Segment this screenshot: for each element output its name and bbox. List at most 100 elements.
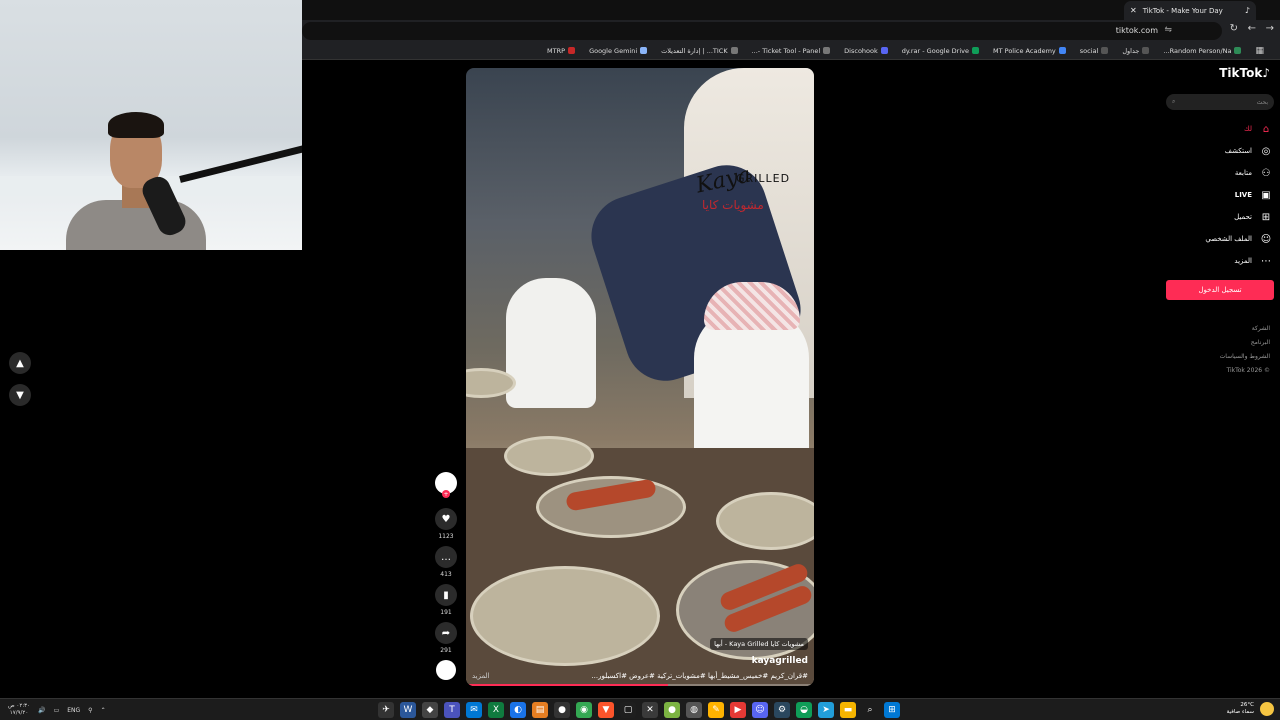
hashtags-row: #قران_كريم #خميس_مشيط_أبها #مشويات_تركية… xyxy=(472,672,808,680)
app-terminal-icon[interactable]: ▢ xyxy=(620,702,636,718)
footer-link[interactable]: الشروط والسياسات xyxy=(1166,350,1270,364)
app-word-icon[interactable]: W xyxy=(400,702,416,718)
bookmark-item[interactable]: social xyxy=(1080,47,1109,55)
app-explorer-icon[interactable]: ▬ xyxy=(840,702,856,718)
hashtags[interactable]: #قران_كريم #خميس_مشيط_أبها #مشويات_تركية… xyxy=(591,672,808,680)
chevron-up-icon: ▲ xyxy=(16,357,24,369)
heart-icon: ♥ xyxy=(441,513,451,525)
creator-avatar[interactable]: + xyxy=(435,472,457,498)
login-button[interactable]: تسجيل الدخول xyxy=(1166,280,1274,300)
nav-for-you[interactable]: ⌂ لك xyxy=(1166,118,1274,140)
video-diner-left xyxy=(506,278,596,408)
mic-icon[interactable]: ⚲ xyxy=(88,707,92,714)
close-tab-icon[interactable]: ✕ xyxy=(1130,6,1137,15)
compass-icon: ◎ xyxy=(1261,145,1271,157)
app-search-icon[interactable]: ⌕ xyxy=(862,702,878,718)
bookmark-item[interactable]: TICK... | إدارة التعديلات xyxy=(661,47,738,55)
follow-plus-icon[interactable]: + xyxy=(442,490,450,498)
comment-count: 413 xyxy=(440,571,452,578)
app-telegram-icon[interactable]: ➤ xyxy=(818,702,834,718)
like-button[interactable]: ♥ xyxy=(435,508,457,530)
app-brave-icon[interactable]: ▼ xyxy=(598,702,614,718)
search-icon[interactable]: ⌕ xyxy=(1172,98,1175,106)
bookmarks-bar: ▦ Random Person/Na... جداول social MT Po… xyxy=(302,42,1280,60)
taskbar-apps: ✈ W ◆ T ✉ X ◐ ▤ ● ◉ ▼ ▢ ✕ ● ◍ ✎ ▶ ☺ ⚙ ◒ … xyxy=(378,702,900,718)
network-icon[interactable]: ▭ xyxy=(54,707,60,714)
back-icon[interactable]: ← xyxy=(1248,23,1256,34)
bookmark-icon: ▮ xyxy=(443,589,449,601)
app-folder-icon[interactable]: ▤ xyxy=(532,702,548,718)
url-text: tiktok.com xyxy=(1115,26,1158,35)
video-progress[interactable] xyxy=(466,684,814,686)
site-settings-icon[interactable]: ⇋ xyxy=(1164,25,1172,35)
address-bar[interactable]: tiktok.com ⇋ xyxy=(302,22,1222,40)
bookmark-item[interactable]: MT Police Academy xyxy=(993,47,1066,55)
bookmark-item[interactable]: Discohook xyxy=(844,47,888,55)
next-video-button[interactable]: ▼ xyxy=(9,384,31,406)
footer-link[interactable]: الشركة xyxy=(1166,322,1270,336)
app-pen-icon[interactable]: ✎ xyxy=(708,702,724,718)
app-chrome-icon[interactable]: ◉ xyxy=(576,702,592,718)
app-globe-icon[interactable]: ◐ xyxy=(510,702,526,718)
video-player[interactable]: Kaya GRILLED مشويات كايا مشويات كايا Kay… xyxy=(466,68,814,686)
live-icon: ▣ xyxy=(1261,189,1271,201)
app-x-icon[interactable]: ✕ xyxy=(642,702,658,718)
footer-link[interactable]: البرنامج xyxy=(1166,336,1270,350)
comment-button[interactable]: … xyxy=(435,546,457,568)
bookmark-item[interactable]: Random Person/Na... xyxy=(1163,47,1242,55)
nav-upload[interactable]: ⊞ تحميل xyxy=(1166,206,1274,228)
more-link[interactable]: المزيد xyxy=(472,672,490,680)
screen: + ✕ TikTok - Make Your Day ♪ tiktok.com … xyxy=(0,0,1280,720)
weather-widget[interactable]: 26°C سماء صافية xyxy=(1227,702,1274,716)
app-discord-icon[interactable]: ☺ xyxy=(752,702,768,718)
app-steam2-icon[interactable]: ⚙ xyxy=(774,702,790,718)
restaurant-logo-arabic: مشويات كايا xyxy=(702,198,764,212)
search-placeholder: بحث xyxy=(1256,98,1268,106)
following-icon: ⚇ xyxy=(1261,167,1271,179)
app-github-icon[interactable]: ● xyxy=(554,702,570,718)
nav-more[interactable]: ⋯ المزيد xyxy=(1166,250,1274,272)
location-tag[interactable]: مشويات كايا Kaya Grilled - أبها xyxy=(710,638,808,650)
author-name[interactable]: kayagrilled xyxy=(472,656,808,666)
apps-grid-icon[interactable]: ▦ xyxy=(1255,46,1264,56)
app-teams-icon[interactable]: T xyxy=(444,702,460,718)
browser-toolbar: tiktok.com ⇋ ↻ ← → xyxy=(302,20,1280,42)
app-android-icon[interactable]: ● xyxy=(664,702,680,718)
save-button[interactable]: ▮ xyxy=(435,584,457,606)
app-edge-icon[interactable]: ◒ xyxy=(796,702,812,718)
nav-explore[interactable]: ◎ استكشف xyxy=(1166,140,1274,162)
search-input[interactable]: بحث ⌕ xyxy=(1166,94,1274,110)
previous-video-button[interactable]: ▲ xyxy=(9,352,31,374)
bookmark-item[interactable]: dy.rar - Google Drive xyxy=(902,47,979,55)
language-indicator[interactable]: ENG xyxy=(67,707,80,714)
bookmark-item[interactable]: Ticket Tool - Panel -... xyxy=(752,47,831,55)
chevron-up-icon[interactable]: ⌃ xyxy=(101,707,106,714)
bookmark-item[interactable]: جداول xyxy=(1122,47,1150,55)
nav-profile[interactable]: ☺ الملف الشخصي xyxy=(1166,228,1274,250)
tab-tiktok[interactable]: ✕ TikTok - Make Your Day ♪ xyxy=(1124,1,1256,20)
share-count: 291 xyxy=(440,647,452,654)
reload-icon[interactable]: ↻ xyxy=(1230,23,1238,34)
app-mail-icon[interactable]: ✉ xyxy=(466,702,482,718)
sound-disc-icon[interactable] xyxy=(436,660,456,680)
bookmark-item[interactable]: Google Gemini xyxy=(589,47,648,55)
volume-icon[interactable]: 🔊 xyxy=(38,707,45,714)
start-windows-icon[interactable]: ⊞ xyxy=(884,702,900,718)
app-excel-icon[interactable]: X xyxy=(488,702,504,718)
app-steam-icon[interactable]: ✈ xyxy=(378,702,394,718)
taskbar: ٠٢:٣٠ ص ١٧/٩/٢٠ 🔊 ▭ ENG ⚲ ⌃ ✈ W ◆ T ✉ X ◐… xyxy=(0,698,1280,720)
bookmark-item[interactable]: MTRP xyxy=(547,47,576,55)
forward-icon[interactable]: → xyxy=(1266,23,1274,34)
nav-following[interactable]: ⚇ متابعة xyxy=(1166,162,1274,184)
video-progress-fill xyxy=(466,684,668,686)
app-media-icon[interactable]: ▶ xyxy=(730,702,746,718)
app-github-desktop-icon[interactable]: ◍ xyxy=(686,702,702,718)
clock[interactable]: ٠٢:٣٠ ص ١٧/٩/٢٠ xyxy=(8,703,30,717)
share-button[interactable]: ➦ xyxy=(435,622,457,644)
tiktok-logo[interactable]: ♪TikTok xyxy=(1166,66,1274,80)
sidebar: ♪TikTok بحث ⌕ ⌂ لك ◎ استكشف ⚇ متابعة ▣ LIVE … xyxy=(1166,66,1274,378)
nav-live[interactable]: ▣ LIVE xyxy=(1166,184,1274,206)
like-count: 1123 xyxy=(438,533,454,540)
app-ide-icon[interactable]: ◆ xyxy=(422,702,438,718)
moon-icon xyxy=(1260,702,1274,716)
